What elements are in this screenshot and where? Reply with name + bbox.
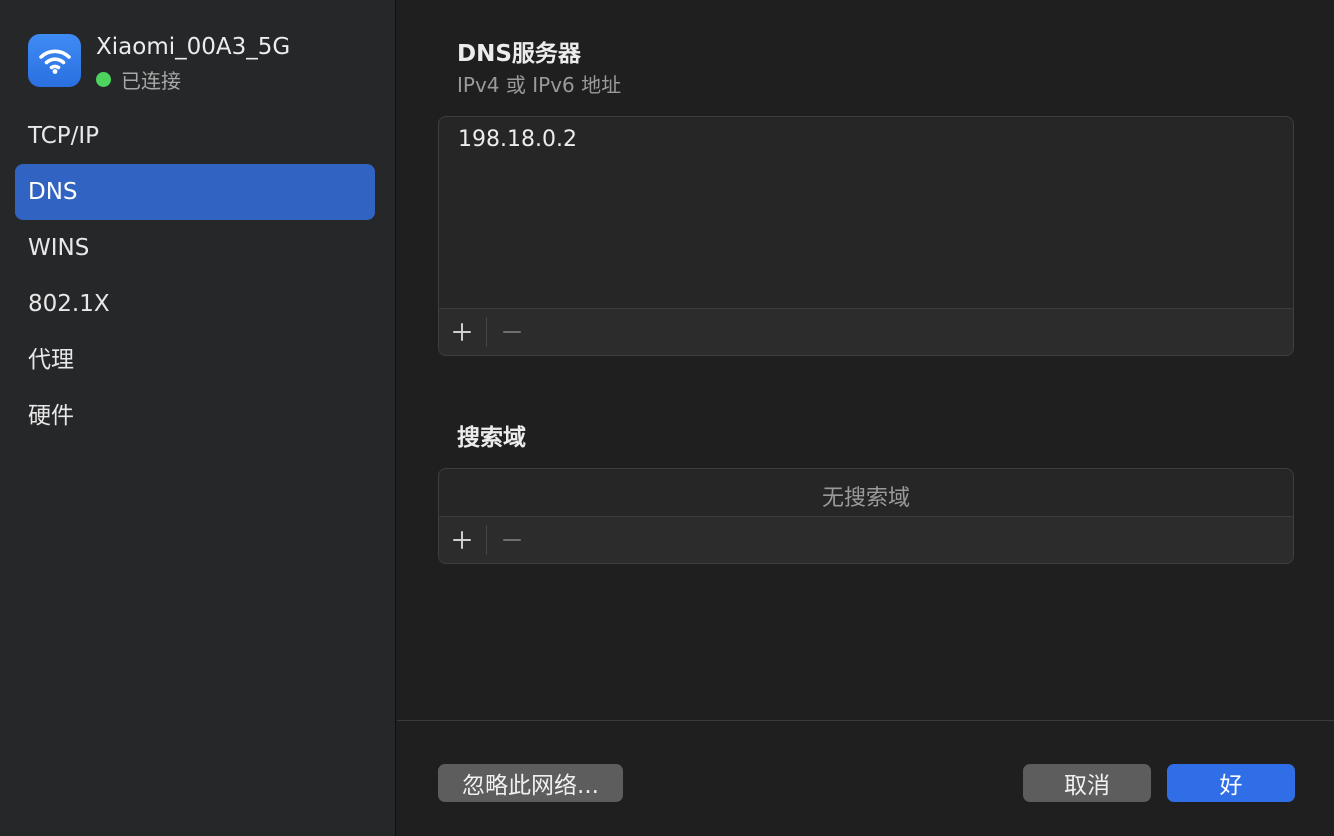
search-domain-toolbar: [439, 516, 1293, 563]
plus-icon: [453, 323, 471, 341]
remove-search-domain-button[interactable]: [490, 524, 534, 556]
minus-icon: [503, 539, 521, 541]
wifi-icon: [28, 34, 81, 87]
sidebar-item-wins[interactable]: WINS: [15, 220, 375, 276]
sidebar-nav: TCP/IP DNS WINS 802.1X 代理 硬件: [15, 108, 375, 444]
ok-button[interactable]: 好: [1167, 764, 1295, 802]
dns-server-entry[interactable]: 198.18.0.2: [458, 127, 577, 152]
dns-server-list-area[interactable]: 198.18.0.2: [439, 117, 1293, 309]
remove-dns-server-button[interactable]: [490, 316, 534, 348]
dns-server-list: 198.18.0.2: [438, 116, 1294, 356]
search-domain-empty-text: 无搜索域: [821, 486, 910, 511]
sidebar-item-hardware[interactable]: 硬件: [15, 388, 375, 444]
add-dns-server-button[interactable]: [440, 316, 484, 348]
status-dot-icon: [96, 72, 111, 87]
cancel-button[interactable]: 取消: [1023, 764, 1151, 802]
footer-divider: [397, 720, 1334, 721]
network-status-label: 已连接: [121, 69, 181, 93]
toolbar-separator: [486, 525, 487, 555]
sidebar: Xiaomi_00A3_5G 已连接 TCP/IP DNS WINS 802.1…: [0, 0, 396, 836]
search-domain-title: 搜索域: [457, 425, 526, 451]
sidebar-item-tcpip[interactable]: TCP/IP: [15, 108, 375, 164]
network-status: 已连接: [96, 65, 181, 94]
toolbar-separator: [486, 317, 487, 347]
search-domain-list-area[interactable]: 无搜索域: [439, 469, 1293, 517]
network-header: Xiaomi_00A3_5G 已连接: [28, 34, 388, 93]
network-name: Xiaomi_00A3_5G: [96, 34, 291, 60]
sidebar-item-proxy[interactable]: 代理: [15, 332, 375, 388]
dns-section-subtitle: IPv4 或 IPv6 地址: [457, 73, 622, 97]
search-domain-list: 无搜索域: [438, 468, 1294, 564]
sidebar-item-dns[interactable]: DNS: [15, 164, 375, 220]
add-search-domain-button[interactable]: [440, 524, 484, 556]
dns-list-toolbar: [439, 308, 1293, 355]
main-panel: DNS服务器 IPv4 或 IPv6 地址 198.18.0.2 搜索域 无搜索…: [397, 0, 1334, 836]
sidebar-item-8021x[interactable]: 802.1X: [15, 276, 375, 332]
ignore-network-button[interactable]: 忽略此网络...: [438, 764, 623, 802]
minus-icon: [503, 331, 521, 333]
plus-icon: [453, 531, 471, 549]
dns-section-title: DNS服务器: [457, 41, 581, 67]
